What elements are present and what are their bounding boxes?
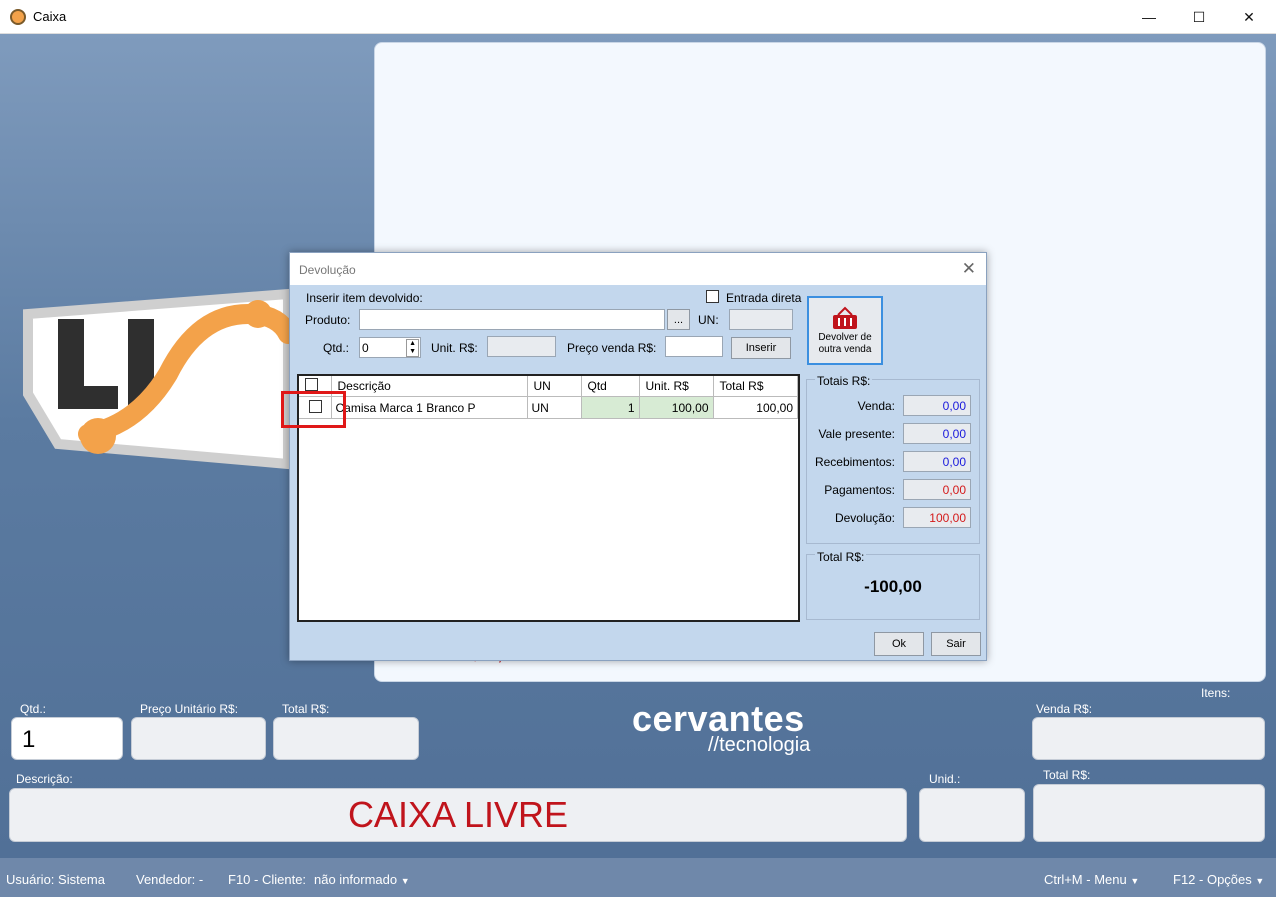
chevron-down-icon: ▼ bbox=[400, 876, 410, 886]
venda-total-value: 0,00 bbox=[903, 395, 971, 416]
totais-group: Totais R$: Venda: 0,00 Vale presente: 0,… bbox=[806, 374, 980, 544]
unid-label: Unid.: bbox=[929, 772, 961, 786]
chevron-down-icon: ▼ bbox=[1130, 876, 1140, 886]
total-group: Total R$: -100,00 bbox=[806, 550, 980, 620]
window-title: Caixa bbox=[33, 9, 67, 24]
inserir-group-label: Inserir item devolvido: bbox=[306, 291, 423, 305]
total-label: Total R$: bbox=[282, 702, 330, 716]
inserir-button[interactable]: Inserir bbox=[731, 337, 791, 359]
unit-label: Unit. R$: bbox=[431, 341, 478, 355]
cervantes-brand: cervantes //tecnologia bbox=[632, 698, 810, 757]
cliente-dropdown[interactable]: não informado ▼ bbox=[314, 872, 410, 887]
maximize-button[interactable]: ☐ bbox=[1176, 0, 1222, 34]
un-label: UN: bbox=[698, 313, 719, 327]
descricao-label: Descrição: bbox=[16, 772, 73, 786]
recebimentos-value: 0,00 bbox=[903, 451, 971, 472]
preco-venda-input[interactable] bbox=[665, 336, 723, 357]
dialog-total-value: -100,00 bbox=[864, 577, 922, 596]
table-row[interactable]: Camisa Marca 1 Branco P UN 1 100,00 100,… bbox=[299, 396, 798, 419]
app-logo-icon bbox=[10, 9, 26, 25]
spin-arrows-icon[interactable]: ▲ ▼ bbox=[406, 339, 419, 357]
vendedor-status: Vendedor: - bbox=[136, 872, 204, 887]
cliente-label: F10 - Cliente: bbox=[228, 872, 307, 887]
total2-label: Total R$: bbox=[1043, 768, 1091, 782]
preco-unitario-field bbox=[131, 717, 266, 760]
devolucao-value: 100,00 bbox=[903, 507, 971, 528]
link-logo-image bbox=[23, 288, 298, 470]
col-total[interactable]: Total R$ bbox=[713, 376, 798, 397]
row-total: 100,00 bbox=[713, 396, 798, 419]
brand-line2: //tecnologia bbox=[708, 734, 811, 756]
highlight-box bbox=[281, 391, 346, 428]
col-un[interactable]: UN bbox=[527, 376, 582, 397]
dialog-qtd-label: Qtd.: bbox=[323, 341, 350, 355]
row-un: UN bbox=[527, 396, 582, 419]
ok-button[interactable]: Ok bbox=[874, 632, 924, 656]
devolver-outra-venda-label: Devolver de outra venda bbox=[818, 331, 872, 355]
preco-venda-label: Preço venda R$: bbox=[567, 341, 657, 355]
recebimentos-label: Recebimentos: bbox=[814, 455, 895, 469]
produto-browse-button[interactable]: ... bbox=[667, 309, 690, 330]
devolucao-grid: Descrição UN Qtd Unit. R$ Total R$ Camis… bbox=[297, 374, 800, 622]
itens-label: Itens: bbox=[1201, 686, 1231, 700]
entrada-direta-label: Entrada direta bbox=[726, 291, 802, 305]
dialog-title: Devolução bbox=[299, 263, 356, 277]
totais-label: Totais R$: bbox=[815, 374, 873, 388]
preco-unitario-label: Preço Unitário R$: bbox=[140, 702, 239, 716]
window-titlebar: Caixa — ☐ ✕ bbox=[0, 0, 1276, 34]
vale-presente-value: 0,00 bbox=[903, 423, 971, 444]
dialog-total-label: Total R$: bbox=[815, 550, 867, 564]
dialog-qtd-value: 0 bbox=[362, 341, 369, 355]
produto-label: Produto: bbox=[305, 313, 351, 327]
cliente-value: não informado bbox=[314, 872, 398, 887]
devolucao-label: Devolução: bbox=[834, 511, 895, 525]
opcoes-button[interactable]: F12 - Opções ▼ bbox=[1173, 872, 1264, 887]
chevron-down-icon: ▼ bbox=[1255, 876, 1265, 886]
dialog-titlebar: Devolução ✕ bbox=[290, 253, 986, 285]
opcoes-label: F12 - Opções bbox=[1173, 872, 1252, 887]
col-qtd[interactable]: Qtd bbox=[581, 376, 640, 397]
sair-button[interactable]: Sair bbox=[931, 632, 981, 656]
menu-label: Ctrl+M - Menu bbox=[1044, 872, 1127, 887]
unid-field bbox=[919, 788, 1025, 842]
row-unit: 100,00 bbox=[639, 396, 714, 419]
venda-total-label: Venda: bbox=[857, 399, 895, 413]
total2-field bbox=[1033, 784, 1265, 842]
devolucao-dialog: Devolução ✕ Inserir item devolvido: Entr… bbox=[289, 252, 987, 661]
pagamentos-value: 0,00 bbox=[903, 479, 971, 500]
venda-label: Venda R$: bbox=[1036, 702, 1093, 716]
status-bar: Usuário: Sistema Vendedor: - F10 - Clien… bbox=[0, 858, 1276, 897]
close-button[interactable]: ✕ bbox=[1226, 0, 1272, 34]
minimize-button[interactable]: — bbox=[1126, 0, 1172, 34]
descricao-field: CAIXA LIVRE bbox=[9, 788, 907, 842]
select-all-checkbox[interactable] bbox=[305, 378, 318, 391]
usuario-status: Usuário: Sistema bbox=[6, 872, 105, 887]
basket-icon bbox=[833, 306, 857, 329]
dialog-close-icon[interactable]: ✕ bbox=[962, 259, 976, 279]
devolver-outra-venda-button[interactable]: Devolver de outra venda bbox=[807, 296, 883, 365]
qtd-label: Qtd.: bbox=[20, 702, 47, 716]
col-unit[interactable]: Unit. R$ bbox=[639, 376, 714, 397]
col-descricao[interactable]: Descrição bbox=[331, 376, 528, 397]
row-descricao: Camisa Marca 1 Branco P bbox=[331, 396, 528, 419]
row-qtd: 1 bbox=[581, 396, 640, 419]
produto-input[interactable] bbox=[359, 309, 665, 330]
dialog-qtd-stepper[interactable]: 0 ▲ ▼ bbox=[359, 337, 421, 358]
vale-presente-label: Vale presente: bbox=[818, 427, 896, 441]
grid-header-row: Descrição UN Qtd Unit. R$ Total R$ bbox=[299, 376, 798, 397]
entrada-direta-checkbox[interactable] bbox=[706, 290, 719, 303]
total-field bbox=[273, 717, 419, 760]
qtd-field[interactable]: 1 bbox=[11, 717, 123, 760]
pagamentos-label: Pagamentos: bbox=[824, 483, 895, 497]
unit-field bbox=[487, 336, 556, 357]
venda-field bbox=[1032, 717, 1265, 760]
menu-button[interactable]: Ctrl+M - Menu ▼ bbox=[1044, 872, 1139, 887]
un-field bbox=[729, 309, 793, 330]
